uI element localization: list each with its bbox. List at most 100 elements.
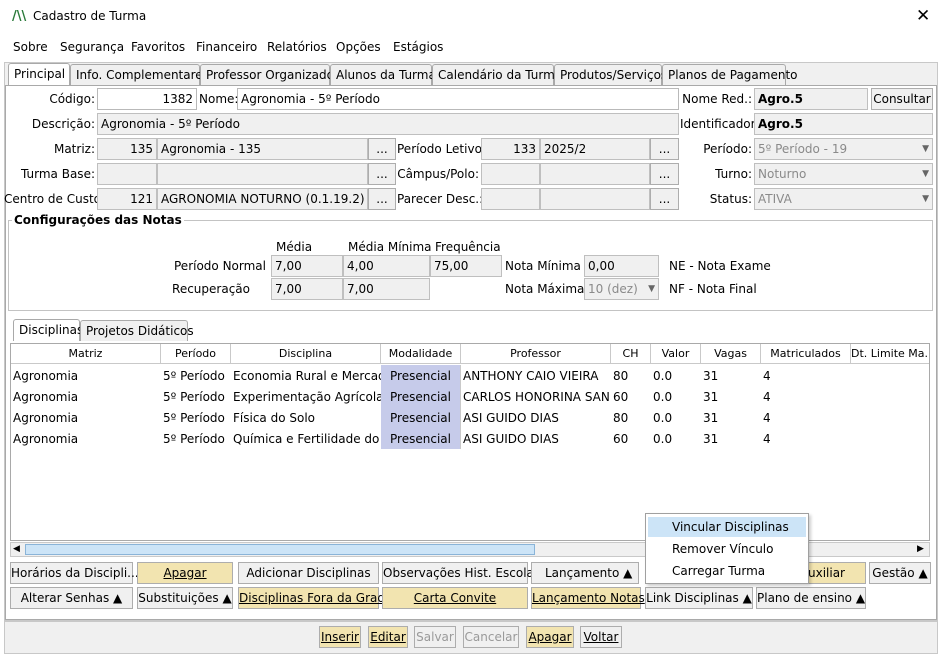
table-row[interactable]: Agronomia 5º Período Química e Fertilidade… [11,428,929,449]
alterar-senhas-button[interactable]: Alterar Senhas ▲ [10,587,133,609]
turno-value: Noturno [758,167,807,181]
nome-red-field[interactable]: Agro.5 [754,88,868,110]
col-modalidade[interactable]: Modalidade [381,344,461,364]
tab-planos-pagamento[interactable]: Planos de Pagamento [662,64,798,85]
menu-opcoes[interactable]: Opções [336,40,381,54]
menu-bar: Sobre Segurança Favoritos Financeiro Rel… [0,36,942,60]
campus-name-field[interactable] [540,163,650,185]
menu-sobre[interactable]: Sobre [13,40,48,54]
campus-code-field[interactable] [481,163,540,185]
parecer-name-field[interactable] [540,188,650,210]
periodo-select[interactable]: 5º Período - 19 ▼ [754,138,933,160]
menu-item-carregar-turma[interactable]: Carregar Turma [648,561,806,581]
plano-ensino-button[interactable]: Plano de ensino ▲ [756,587,866,609]
cell-matriz: Agronomia [13,411,79,425]
pn-frequencia-field[interactable]: 75,00 [430,255,502,277]
nome-field[interactable]: Agronomia - 5º Período [237,88,679,110]
scroll-right-icon[interactable]: ▶ [917,544,924,554]
cancelar-button[interactable]: Cancelar [463,626,519,648]
turma-base-name-field[interactable] [157,163,368,185]
voltar-button[interactable]: Voltar [580,626,622,648]
tab-alunos-da-turma[interactable]: Alunos da Turma [330,64,436,85]
periodo-letivo-code-field[interactable]: 133 [481,138,540,160]
codigo-label: Código: [49,92,95,106]
consultar-button[interactable]: Consultar [871,88,933,110]
horarios-button[interactable]: Horários da Discipli... [10,562,139,584]
menu-favoritos[interactable]: Favoritos [131,40,185,54]
disciplinas-fora-grade-button[interactable]: Disciplinas Fora da Grade [238,587,392,609]
nota-maxima-select[interactable]: 10 (dez) ▼ [584,278,659,300]
centro-custo-lookup-button[interactable]: ... [368,188,396,210]
inserir-button[interactable]: Inserir [319,626,361,648]
substituicoes-button[interactable]: Substituições ▲ [137,587,233,609]
table-row[interactable]: Agronomia 5º Período Física do Solo Presenc… [11,407,929,428]
periodo-letivo-field[interactable]: 2025/2 [540,138,650,160]
carta-convite-button[interactable]: Carta Convite [382,587,528,609]
adicionar-disciplinas-button[interactable]: Adicionar Disciplinas [238,562,379,584]
tab-principal[interactable]: Principal [8,63,70,85]
chevron-up-icon: ▲ [742,591,752,605]
col-dt-limite[interactable]: Dt. Limite Ma... [851,344,929,364]
turno-select[interactable]: Noturno ▼ [754,163,933,185]
col-matriz[interactable]: Matriz [11,344,161,364]
menu-estagios[interactable]: Estágios [393,40,443,54]
descricao-field[interactable]: Agronomia - 5º Período [97,113,679,135]
chevron-up-icon: ▲ [918,566,928,580]
pn-media-field[interactable]: 7,00 [271,255,343,277]
nota-minima-field[interactable]: 0,00 [584,255,659,277]
col-ch[interactable]: CH [611,344,651,364]
menu-item-remover-vinculo[interactable]: Remover Vínculo [648,539,806,559]
codigo-field[interactable]: 1382 [97,88,197,110]
parecer-label: Parecer Desc.: [397,192,484,206]
lancamento-notas-button[interactable]: Lançamento Notas [531,587,645,609]
lancamento-menu-button[interactable]: Lançamento ▲ [531,562,639,584]
scroll-left-icon[interactable]: ◀ [13,544,20,554]
tab-disciplinas[interactable]: Disciplinas [13,319,83,341]
menu-financeiro[interactable]: Financeiro [196,40,257,54]
nota-maxima-label: Nota Máxima [505,282,585,296]
plano-ensino-label: Plano de ensino [757,591,853,605]
centro-custo-field[interactable]: AGRONOMIA NOTURNO (0.1.19.2) [157,188,368,210]
editar-button[interactable]: Editar [368,626,408,648]
centro-custo-code-field[interactable]: 121 [97,188,157,210]
status-select[interactable]: ATIVA ▼ [754,188,933,210]
salvar-button[interactable]: Salvar [414,626,456,648]
apagar-disciplina-button[interactable]: Apagar [137,562,233,584]
col-valor[interactable]: Valor [651,344,701,364]
periodo-letivo-lookup-button[interactable]: ... [650,138,679,160]
tab-projetos-didaticos[interactable]: Projetos Didáticos [80,320,194,341]
close-icon[interactable]: ✕ [916,6,930,26]
col-matriculados[interactable]: Matriculados [761,344,851,364]
gestao-menu-button[interactable]: Gestão ▲ [869,562,931,584]
col-periodo[interactable]: Período [161,344,231,364]
col-disciplina[interactable]: Disciplina [231,344,381,364]
menu-relatorios[interactable]: Relatórios [267,40,327,54]
table-row[interactable]: Agronomia 5º Período Experimentação Agríco… [11,386,929,407]
campus-lookup-button[interactable]: ... [650,163,679,185]
scrollbar-thumb[interactable] [25,544,535,555]
cell-disciplina: Química e Fertilidade do Solo [233,432,381,446]
identificador-field[interactable]: Agro.5 [754,113,933,135]
matriz-code-field[interactable]: 135 [97,138,157,160]
col-vagas[interactable]: Vagas [701,344,761,364]
tab-professor-organizador[interactable]: Professor Organizador [200,64,339,85]
tab-calendario[interactable]: Calendário da Turma [432,64,562,85]
tab-info-complementares[interactable]: Info. Complementares [70,64,209,85]
tab-produtos-servicos[interactable]: Produtos/Serviços [554,64,667,85]
parecer-lookup-button[interactable]: ... [650,188,679,210]
pn-media-minima-field[interactable]: 4,00 [343,255,430,277]
menu-item-vincular-disciplinas[interactable]: Vincular Disciplinas [648,517,806,537]
apagar-button[interactable]: Apagar [526,626,574,648]
matriz-lookup-button[interactable]: ... [368,138,396,160]
col-professor[interactable]: Professor [461,344,611,364]
turma-base-code-field[interactable] [97,163,157,185]
rec-media-field[interactable]: 7,00 [271,278,343,300]
observacoes-button[interactable]: Observações Hist. Escolar [382,562,539,584]
link-disciplinas-button[interactable]: Link Disciplinas ▲ [645,587,753,609]
matriz-name-field[interactable]: Agronomia - 135 [157,138,368,160]
turma-base-lookup-button[interactable]: ... [368,163,396,185]
rec-media-minima-field[interactable]: 7,00 [343,278,430,300]
menu-seguranca[interactable]: Segurança [60,40,124,54]
parecer-code-field[interactable] [481,188,540,210]
table-row[interactable]: Agronomia 5º Período Economia Rural e Merc… [11,365,929,386]
